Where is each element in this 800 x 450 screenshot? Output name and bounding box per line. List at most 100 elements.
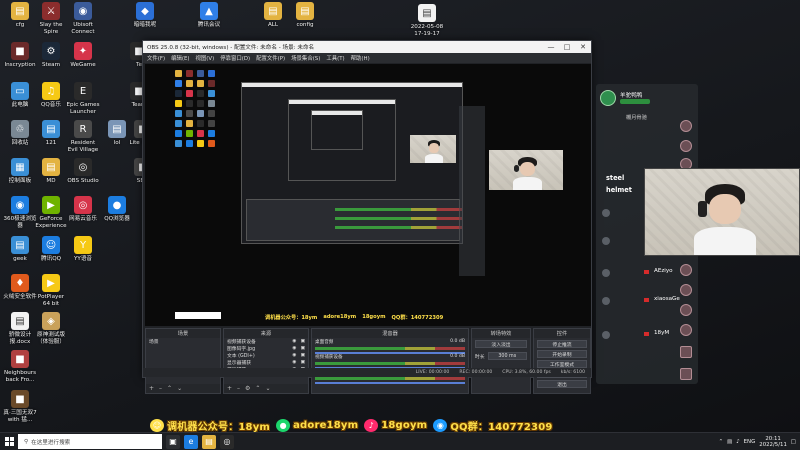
explorer-icon[interactable]: ▤ [202, 434, 216, 449]
language-indicator[interactable]: ENG [744, 439, 756, 445]
obs-menu-item[interactable]: 编辑(E) [171, 54, 189, 62]
add-icon[interactable]: + [227, 385, 232, 392]
desktop-icon[interactable]: ▤ 121 [34, 120, 68, 147]
eye-icon[interactable]: ◉ [292, 339, 296, 344]
mixer-channel[interactable]: 视频捕获设备 0.0 dB [312, 353, 468, 369]
desktop-icon[interactable]: ◆ 暗暗我呢 [128, 2, 162, 29]
desktop-icon[interactable]: ▤ config [288, 2, 322, 29]
duration-label: 时长 [475, 354, 485, 360]
mixer-channel[interactable]: 桌面音频 0.0 dB [312, 338, 468, 354]
taskbar-search-input[interactable]: ⚲ 在这里进行搜索 [18, 434, 162, 449]
source-item[interactable]: 文本 (GDI+) ◉ ▣ [224, 352, 308, 359]
remove-icon[interactable]: – [159, 385, 162, 392]
desktop-icon[interactable]: ▤ cfg [3, 2, 37, 29]
source-item[interactable]: 视频捕获设备 ◉ ▣ [224, 338, 308, 345]
desktop-icon[interactable]: ♦ 火绒安全软件 [3, 274, 37, 301]
lock-icon[interactable]: ▣ [300, 353, 305, 358]
close-icon[interactable]: ✕ [575, 43, 591, 51]
obs-menu-item[interactable]: 帮助(H) [351, 54, 370, 62]
gear-icon[interactable]: ⚙ [245, 385, 250, 392]
desktop-icon[interactable]: ▶ GeForce Experience [34, 196, 68, 229]
desktop-icon[interactable]: E Epic Games Launcher [66, 82, 100, 115]
scene-item[interactable]: 场景 [146, 338, 220, 345]
preview-app-icon [197, 120, 204, 127]
desktop-icon[interactable]: ♲ 回收站 [3, 120, 37, 147]
desktop-icon[interactable]: Y YY语音 [66, 236, 100, 263]
obs-preview-canvas[interactable]: 调机器公众号：18ym adore18ym 18goym QQ群：1407723… [145, 64, 591, 326]
obs-menu-item[interactable]: 停靠窗口(D) [220, 54, 250, 62]
eye-icon[interactable]: ◉ [292, 360, 296, 365]
move-down-icon[interactable]: ⌄ [177, 385, 182, 392]
desktop-icon[interactable]: ♫ QQ音乐 [34, 82, 68, 109]
desktop-icon[interactable]: ✦ WeGame [66, 42, 100, 69]
lock-icon[interactable]: ▣ [300, 339, 305, 344]
desktop-icon[interactable]: ◉ 360极速浏览器 [3, 196, 37, 229]
desktop-file-recording[interactable]: ▤ 2022-05-08 17-19-17 [404, 4, 450, 37]
add-icon[interactable]: + [149, 385, 154, 392]
obs-menu-item[interactable]: 视图(V) [196, 54, 215, 62]
network-icon[interactable]: ▤ [727, 439, 732, 445]
obs-titlebar[interactable]: OBS 25.0.8 (32-bit, windows) - 配置文件: 未命名… [143, 41, 591, 53]
chevron-up-icon[interactable]: ⌃ [719, 439, 724, 445]
banner-text: 18goym [381, 420, 428, 431]
move-up-icon[interactable]: ⌃ [255, 385, 260, 392]
notification-icon[interactable]: □ [791, 439, 796, 445]
control-button[interactable]: 开始录制 [537, 350, 587, 358]
desktop-icon[interactable]: ▦ 控制面板 [3, 158, 37, 185]
desktop-icon[interactable]: R Resident Evil Village [66, 120, 100, 153]
obs-menu-item[interactable]: 配置文件(P) [256, 54, 285, 62]
desktop-icon[interactable]: ▤ ALL [256, 2, 290, 29]
desktop-icon[interactable]: ⚔ Slay the Spire [34, 2, 68, 35]
source-item[interactable]: 图像码字.jpg ◉ ▣ [224, 345, 308, 352]
move-down-icon[interactable]: ⌄ [265, 385, 270, 392]
desktop-icon[interactable]: ▤ 骄微设计报.docx [3, 312, 37, 345]
desktop-icon[interactable]: ◉ Ubisoft Connect [66, 2, 100, 35]
eye-icon[interactable]: ◉ [292, 353, 296, 358]
move-up-icon[interactable]: ⌃ [167, 385, 172, 392]
maximize-icon[interactable]: □ [559, 43, 575, 51]
desktop-icon[interactable]: ▤ geek [3, 236, 37, 263]
obs-menu-item[interactable]: 工具(T) [326, 54, 344, 62]
volume-slider[interactable] [315, 382, 465, 384]
minimize-icon[interactable]: — [543, 43, 559, 51]
obs-menu-item[interactable]: 文件(F) [147, 54, 165, 62]
desktop-icon[interactable]: ▶ PotPlayer 64 bit [34, 274, 68, 307]
desktop-icon[interactable]: ▤ MD [34, 158, 68, 185]
clock[interactable]: 20:11 2022/5/11 [759, 436, 787, 449]
desktop-icon[interactable]: ▭ 此电脑 [3, 82, 37, 109]
start-button[interactable] [0, 433, 18, 450]
desktop-icon[interactable]: ■ Inscryption [3, 42, 37, 69]
obs-window[interactable]: OBS 25.0.8 (32-bit, windows) - 配置文件: 未命名… [142, 40, 592, 394]
task-view-icon[interactable]: ▣ [166, 434, 180, 449]
source-item[interactable]: 显示器捕获 ◉ ▣ [224, 359, 308, 366]
remove-icon[interactable]: – [237, 385, 240, 392]
lock-icon[interactable]: ▣ [300, 346, 305, 351]
app-icon: ⚙ [42, 42, 60, 60]
status-item: kb/s: 6100 [560, 370, 585, 375]
desktop-icon-label: Neighbours back Fro... [3, 370, 36, 383]
lock-icon[interactable]: ▣ [300, 360, 305, 365]
desktop-icon[interactable]: ▲ 腾讯会议 [192, 2, 226, 29]
duration-field[interactable]: 300 ms [487, 352, 527, 360]
edge-icon[interactable]: e [184, 434, 198, 449]
obs-icon[interactable]: ◎ [220, 434, 234, 449]
desktop-icon-label: PotPlayer 64 bit [37, 294, 65, 307]
desktop-icon[interactable]: ■ Neighbours back Fro... [3, 350, 37, 383]
control-button[interactable]: 停止推流 [537, 340, 587, 348]
transition-type-select[interactable]: 淡入淡出 [475, 340, 527, 348]
desktop-icon[interactable]: ■ 真·三国无双7 with 猛... [3, 390, 37, 423]
source-name: 视频捕获设备 [227, 340, 256, 345]
desktop-icon[interactable]: ◎ OBS Studio [66, 158, 100, 185]
obs-menu-item[interactable]: 场景集合(S) [291, 54, 320, 62]
control-button[interactable]: 工作室模式 [537, 360, 587, 368]
chat-username: xiaosaGe [654, 296, 680, 302]
desktop-icon[interactable]: ☺ 腾讯QQ [34, 236, 68, 263]
control-button[interactable]: 退出 [537, 380, 587, 388]
desktop-icon[interactable]: ◈ 原神测试版（体验服） [34, 312, 68, 345]
desktop-icon[interactable]: ● QQ浏览器 [100, 196, 134, 223]
desktop-icon[interactable]: ⚙ Steam [34, 42, 68, 69]
eye-icon[interactable]: ◉ [292, 346, 296, 351]
volume-icon[interactable]: ♪ [736, 439, 739, 445]
side-avatar-icon [680, 120, 692, 132]
desktop-icon[interactable]: ◎ 网易云音乐 [66, 196, 100, 223]
